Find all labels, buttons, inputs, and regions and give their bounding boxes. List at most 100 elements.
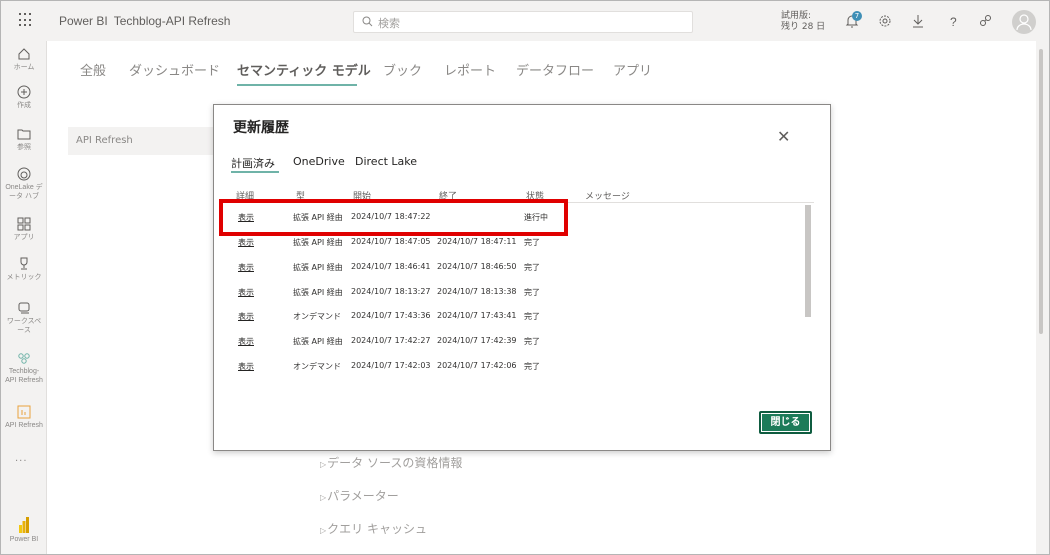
end-time: 2024/10/7 18:47:11 <box>437 237 517 246</box>
show-details-link[interactable]: 表示 <box>238 287 254 298</box>
nav-label: Power BI <box>9 536 39 543</box>
semantic-model-item[interactable]: API Refresh <box>68 127 228 155</box>
end-time: 2024/10/7 17:42:06 <box>437 361 517 370</box>
page-scrollbar-thumb[interactable] <box>1039 49 1043 334</box>
search-placeholder: 検索 <box>378 17 400 30</box>
tab-apps[interactable]: アプリ <box>613 60 652 79</box>
notification-badge: 7 <box>852 11 862 21</box>
close-icon[interactable]: ✕ <box>777 129 790 145</box>
status: 完了 <box>524 288 540 297</box>
workspace-icon <box>18 353 30 364</box>
search-icon <box>362 16 373 27</box>
section-label: クエリ キャッシュ <box>327 522 427 536</box>
end-time: 2024/10/7 18:46:50 <box>437 262 517 271</box>
expand-icon: ▷ <box>320 460 327 469</box>
trophy-icon <box>20 257 28 270</box>
close-button[interactable]: 閉じる <box>759 411 812 434</box>
nav-label: 作成 <box>17 102 31 109</box>
gear-icon[interactable] <box>877 13 893 29</box>
start-time: 2024/10/7 18:47:05 <box>351 237 431 246</box>
search-input[interactable]: 検索 <box>353 11 693 33</box>
section-data-source-credentials[interactable]: ▷データ ソースの資格情報 <box>320 454 462 471</box>
end-time: 2024/10/7 18:13:38 <box>437 287 517 296</box>
nav-apps[interactable]: アプリ <box>1 217 47 242</box>
nav-metrics[interactable]: メトリック <box>1 257 47 282</box>
dialog-title: 更新履歴 <box>233 120 289 136</box>
start-time: 2024/10/7 18:46:41 <box>351 262 431 271</box>
status: 完了 <box>524 312 540 321</box>
page-scrollbar[interactable] <box>1036 41 1049 554</box>
left-nav: ホーム 作成 参照 OneLake デ ータ ハブ アプリ メトリック ワークス… <box>1 41 47 554</box>
trial-days: 残り 28 日 <box>781 22 826 32</box>
refresh-type: オンデマンド <box>293 312 341 321</box>
folder-icon <box>17 129 31 140</box>
refresh-type: オンデマンド <box>293 362 341 371</box>
report-icon <box>17 405 31 419</box>
active-tab-indicator <box>231 171 279 173</box>
tab-dashboards[interactable]: ダッシュボード <box>129 60 220 79</box>
tab-semantic-models[interactable]: セマンティック モデル <box>237 60 371 79</box>
tab-reports[interactable]: レポート <box>444 60 496 79</box>
table-scrollbar[interactable] <box>805 205 811 317</box>
onelake-icon <box>17 167 31 181</box>
status: 完了 <box>524 238 540 247</box>
trial-status[interactable]: 試用版: 残り 28 日 <box>781 11 825 33</box>
highlight-box <box>219 199 568 236</box>
home-icon <box>18 48 30 60</box>
nav-report[interactable]: API Refresh <box>1 405 47 430</box>
tab-onedrive[interactable]: OneDrive <box>293 155 345 168</box>
start-time: 2024/10/7 17:42:27 <box>351 336 431 345</box>
svg-text:?: ? <box>950 15 957 29</box>
tab-direct-lake[interactable]: Direct Lake <box>355 155 417 168</box>
show-details-link[interactable]: 表示 <box>238 336 254 347</box>
status: 完了 <box>524 362 540 371</box>
nav-home[interactable]: ホーム <box>1 47 47 72</box>
expand-icon: ▷ <box>320 493 327 502</box>
show-details-link[interactable]: 表示 <box>238 237 254 248</box>
powerbi-logo-icon <box>19 517 29 533</box>
tab-workbooks[interactable]: ブック <box>383 60 422 79</box>
top-bar: Power BI Techblog-API Refresh 検索 試用版: 残り … <box>1 1 1049 41</box>
section-query-cache[interactable]: ▷クエリ キャッシュ <box>320 520 427 537</box>
semantic-model-name: API Refresh <box>76 135 133 146</box>
tab-dataflows[interactable]: データフロー <box>516 60 594 79</box>
brand-name[interactable]: Power BI <box>59 14 108 28</box>
download-icon[interactable] <box>910 13 926 29</box>
nav-current-workspace[interactable]: Techblog- API Refresh <box>1 351 47 385</box>
nav-workspaces[interactable]: ワークスペ ース <box>1 301 47 335</box>
nav-label: ワークスペ <box>6 318 42 325</box>
more-icon[interactable]: ... <box>15 453 28 464</box>
table-row: 表示 拡張 API 経由 2024/10/7 18:13:27 2024/10/… <box>214 281 814 305</box>
avatar[interactable] <box>1012 10 1036 34</box>
nav-label: 参照 <box>17 144 31 151</box>
nav-create[interactable]: 作成 <box>1 85 47 110</box>
nav-label: Techblog- <box>8 368 40 375</box>
nav-label: OneLake デ <box>5 184 43 191</box>
tab-scheduled[interactable]: 計画済み <box>231 155 275 171</box>
table-row: 表示 オンデマンド 2024/10/7 17:42:03 2024/10/7 1… <box>214 355 814 379</box>
active-tab-indicator <box>237 84 357 86</box>
nav-browse[interactable]: 参照 <box>1 127 47 152</box>
tab-general[interactable]: 全般 <box>80 60 106 79</box>
end-time: 2024/10/7 17:42:39 <box>437 336 517 345</box>
end-time: 2024/10/7 17:43:41 <box>437 311 517 320</box>
section-parameters[interactable]: ▷パラメーター <box>320 487 399 504</box>
refresh-type: 拡張 API 経由 <box>293 263 343 272</box>
nav-onelake[interactable]: OneLake デ ータ ハブ <box>1 167 47 201</box>
refresh-history-dialog: 更新履歴 ✕ 計画済み OneDrive Direct Lake 詳細 型 開始… <box>213 104 831 451</box>
workspaces-icon <box>18 302 30 314</box>
app-launcher-icon[interactable] <box>19 13 33 27</box>
share-people-icon[interactable] <box>977 13 993 29</box>
help-icon[interactable]: ? <box>945 13 961 29</box>
table-row: 表示 拡張 API 経由 2024/10/7 18:46:41 2024/10/… <box>214 256 814 280</box>
show-details-link[interactable]: 表示 <box>238 311 254 322</box>
expand-icon: ▷ <box>320 526 327 535</box>
show-details-link[interactable]: 表示 <box>238 262 254 273</box>
show-details-link[interactable]: 表示 <box>238 361 254 372</box>
start-time: 2024/10/7 17:43:36 <box>351 311 431 320</box>
refresh-type: 拡張 API 経由 <box>293 238 343 247</box>
nav-label-2: API Refresh <box>5 377 43 384</box>
status: 完了 <box>524 263 540 272</box>
nav-powerbi[interactable]: Power BI <box>1 517 47 544</box>
workspace-name[interactable]: Techblog-API Refresh <box>114 14 231 28</box>
